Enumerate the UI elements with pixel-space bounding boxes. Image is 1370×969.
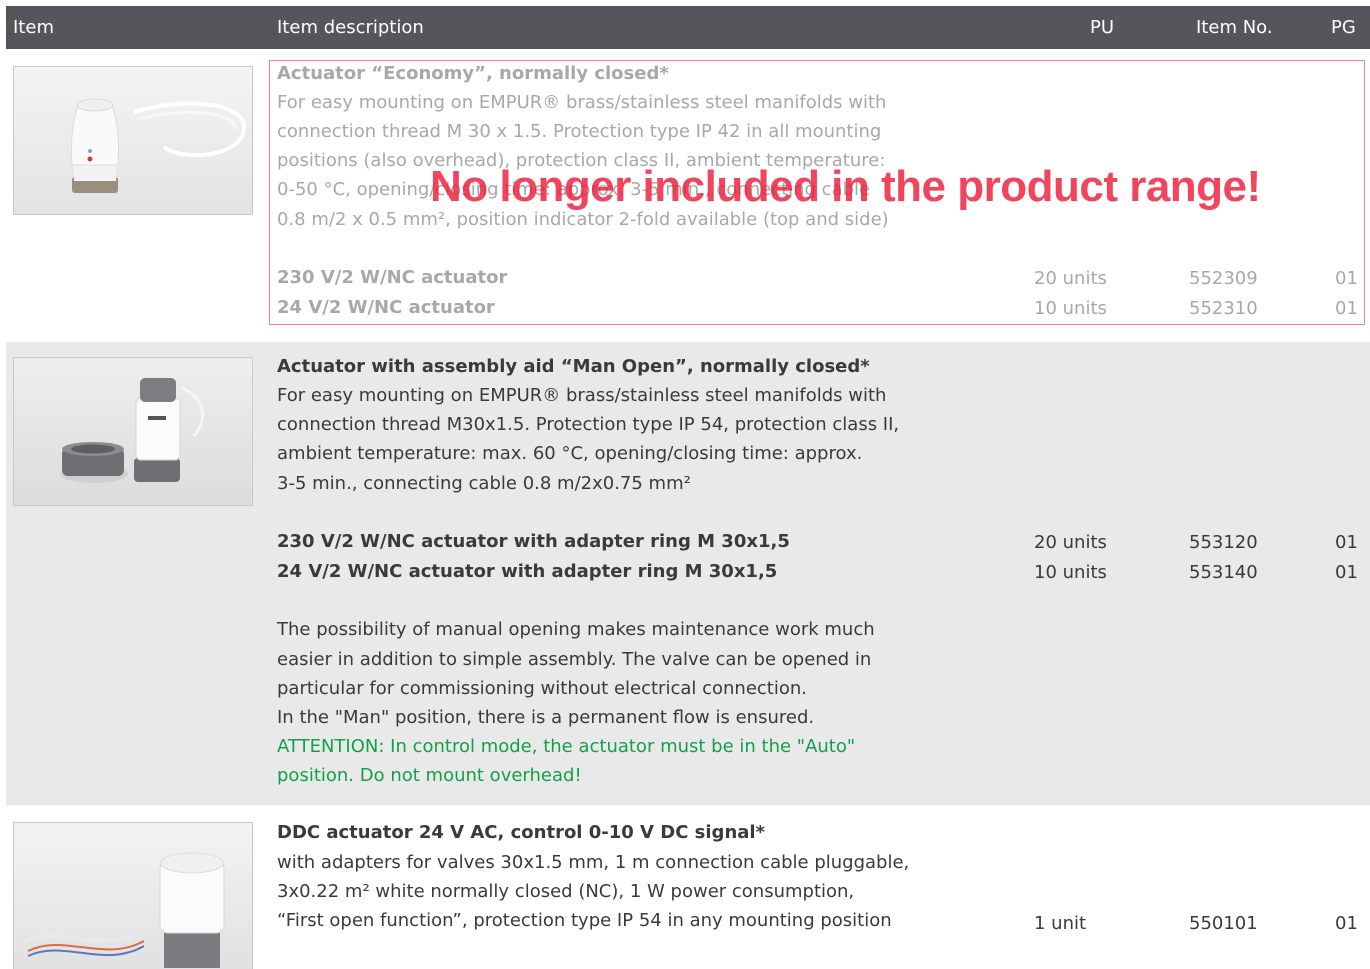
note-line: easier in addition to simple assembly. T… (277, 649, 872, 670)
variant-pg: 01 (1335, 532, 1358, 553)
product-image-man-open (13, 357, 253, 506)
variant-pu: 1 unit (1034, 913, 1087, 934)
description-line: “First open function”, protection type I… (277, 910, 892, 931)
variant-pg: 01 (1335, 913, 1358, 934)
variant-pu: 10 units (1034, 562, 1107, 583)
variant-name: 230 V/2 W/NC actuator with adapter ring … (277, 531, 790, 552)
header-description: Item description (277, 17, 424, 38)
note-line: particular for commissioning without ele… (277, 678, 807, 699)
header-item: Item (13, 17, 54, 38)
description-line: 3-5 min., connecting cable 0.8 m/2x0.75 … (277, 473, 691, 494)
variant-item-no: 553120 (1189, 532, 1258, 553)
variant-pu: 20 units (1034, 532, 1107, 553)
attention-line: ATTENTION: In control mode, the actuator… (277, 736, 856, 757)
description-line: 3x0.22 m² white normally closed (NC), 1 … (277, 881, 855, 902)
discontinued-stamp: No longer included in the product range! (430, 162, 1261, 211)
description-line: connection thread M30x1.5. Protection ty… (277, 414, 900, 435)
description-line: ambient temperature: max. 60 °C, opening… (277, 443, 863, 464)
product-title: Actuator with assembly aid “Man Open”, n… (277, 356, 870, 377)
variant-name: 24 V/2 W/NC actuator with adapter ring M… (277, 561, 778, 582)
description-line: with adapters for valves 30x1.5 mm, 1 m … (277, 852, 910, 873)
variant-item-no: 550101 (1189, 913, 1258, 934)
description-line: For easy mounting on EMPUR® brass/stainl… (277, 385, 887, 406)
product-title: DDC actuator 24 V AC, control 0-10 V DC … (277, 822, 765, 843)
table-header: Item Item description PU Item No. PG (6, 6, 1370, 49)
variant-pg: 01 (1335, 562, 1358, 583)
note-line: The possibility of manual opening makes … (277, 619, 875, 640)
header-item-no: Item No. (1196, 17, 1273, 38)
header-pg: PG (1331, 17, 1356, 38)
note-line: In the "Man" position, there is a perman… (277, 707, 815, 728)
product-image-ddc (13, 822, 253, 969)
attention-line: position. Do not mount overhead! (277, 765, 582, 786)
product-image-economy (13, 66, 253, 215)
variant-item-no: 553140 (1189, 562, 1258, 583)
header-pu: PU (1090, 17, 1115, 38)
